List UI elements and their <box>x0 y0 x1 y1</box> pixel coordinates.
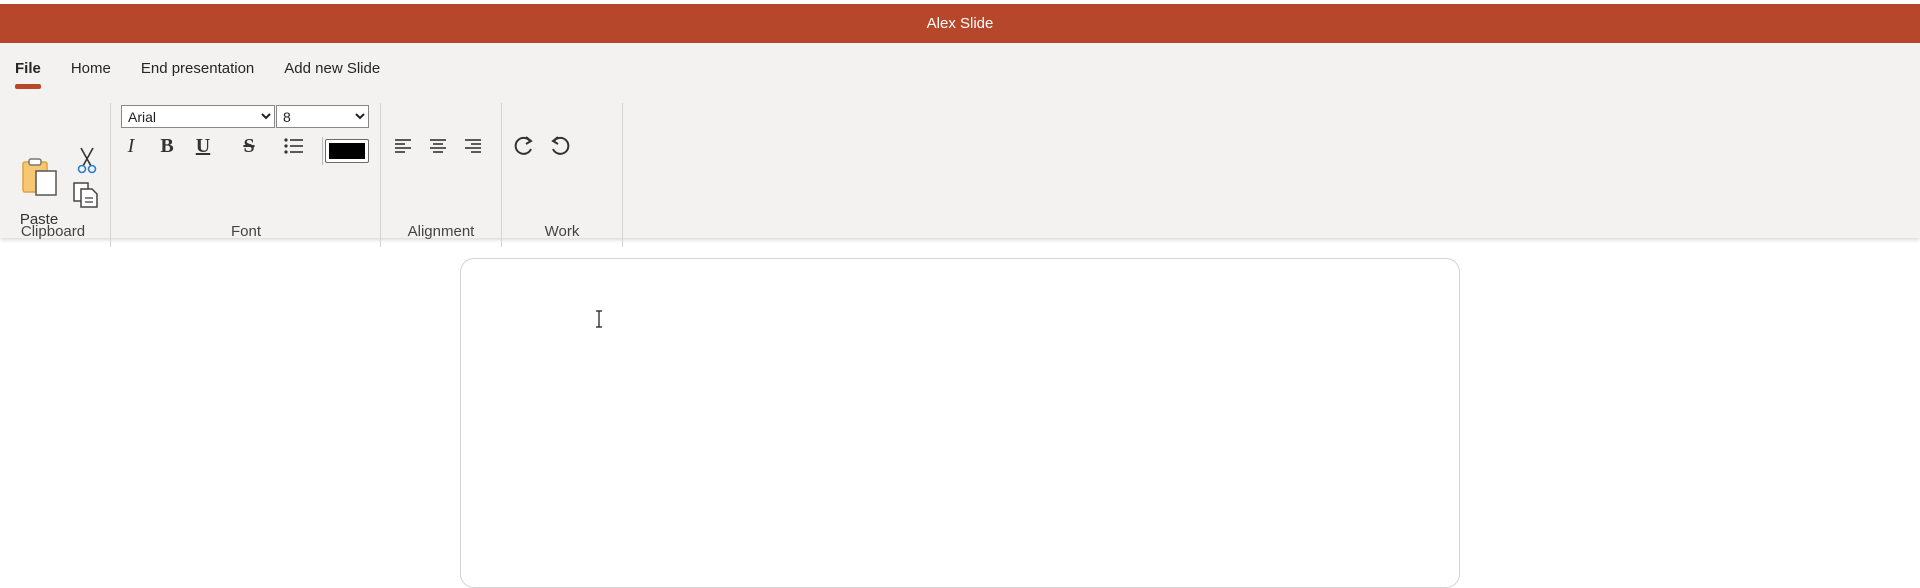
scissors-icon <box>77 146 97 174</box>
align-right-button[interactable] <box>462 135 484 157</box>
undo-button[interactable] <box>548 133 572 157</box>
text-cursor-icon <box>594 310 604 328</box>
bullet-list-button[interactable] <box>282 135 306 157</box>
redo-icon <box>513 134 535 156</box>
color-divider <box>322 137 323 165</box>
tab-home[interactable]: Home <box>71 43 111 89</box>
undo-icon <box>549 134 571 156</box>
align-center-icon <box>429 138 447 154</box>
paste-button[interactable] <box>18 147 62 207</box>
font-group-label: Font <box>230 223 261 240</box>
align-right-icon <box>464 138 482 154</box>
italic-icon: I <box>127 134 135 157</box>
strikethrough-button[interactable]: S <box>237 134 261 158</box>
tab-add-new-slide[interactable]: Add new Slide <box>284 43 380 89</box>
app-title: Alex Slide <box>926 15 994 32</box>
underline-icon: U <box>195 134 211 157</box>
group-divider <box>501 103 502 247</box>
align-left-button[interactable] <box>392 135 414 157</box>
font-family-select[interactable]: Arial <box>121 105 275 128</box>
align-center-button[interactable] <box>427 135 449 157</box>
group-divider <box>622 103 623 247</box>
tab-end-presentation[interactable]: End presentation <box>141 43 254 89</box>
text-color-picker[interactable] <box>325 139 369 163</box>
text-color-fill <box>329 143 365 159</box>
work-group: Work <box>503 103 621 247</box>
clipboard-group: Paste Clipboard <box>12 103 102 247</box>
group-divider <box>110 103 111 247</box>
clipboard-group-label: Clipboard <box>20 223 86 240</box>
align-left-icon <box>394 138 412 154</box>
group-divider <box>380 103 381 247</box>
copy-icon <box>72 181 100 209</box>
alignment-group: Alignment <box>382 103 500 247</box>
slide-canvas[interactable] <box>460 258 1460 588</box>
font-size-select[interactable]: 8 <box>276 105 369 128</box>
italic-button[interactable]: I <box>120 134 142 158</box>
ribbon-tabs: File Home End presentation Add new Slide <box>0 43 410 89</box>
ribbon: File Home End presentation Add new Slide… <box>0 43 1920 247</box>
redo-button[interactable] <box>512 133 536 157</box>
underline-button[interactable]: U <box>192 134 214 158</box>
work-group-label: Work <box>544 223 580 240</box>
copy-button[interactable] <box>70 179 102 211</box>
bullet-list-icon <box>284 138 304 154</box>
strikethrough-icon: S <box>243 134 255 157</box>
alignment-group-label: Alignment <box>407 223 475 240</box>
paste-icon <box>20 157 60 197</box>
bold-icon: B <box>160 134 174 157</box>
cut-button[interactable] <box>72 145 102 175</box>
bold-button[interactable]: B <box>156 134 178 158</box>
tab-file[interactable]: File <box>15 43 41 89</box>
title-bar: Alex Slide <box>0 4 1920 43</box>
